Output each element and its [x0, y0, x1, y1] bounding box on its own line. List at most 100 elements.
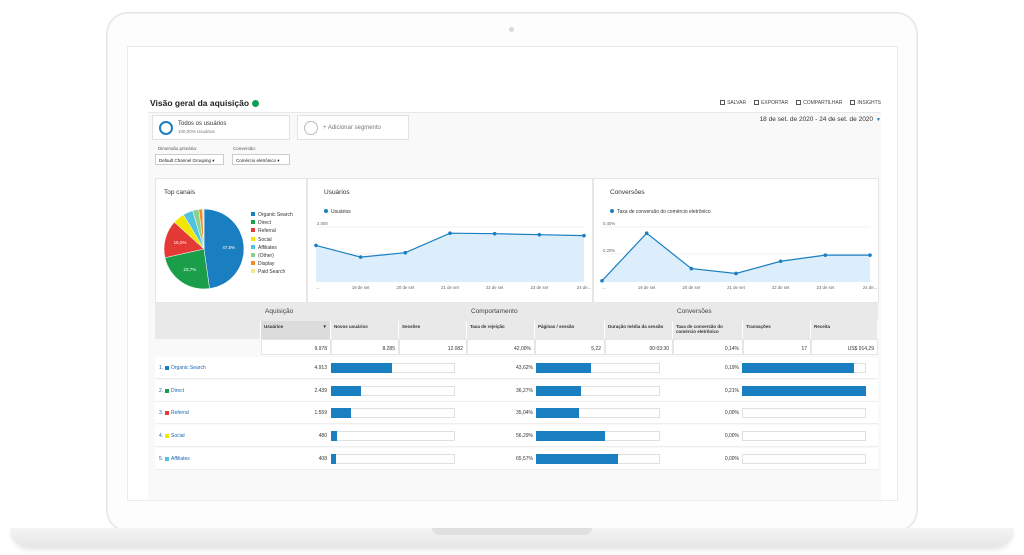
group-conversoes: Conversões	[673, 303, 878, 321]
total-conv-rate: 0,14%	[673, 339, 743, 355]
total-revenue: US$ 914,29	[811, 339, 878, 355]
dimension-dropdown[interactable]: Default Channel Grouping ▾	[155, 154, 224, 165]
bounce-bar	[536, 363, 591, 373]
column-header-users[interactable]: Usuários ▼	[261, 321, 331, 339]
data-point[interactable]	[358, 255, 363, 259]
data-point[interactable]	[537, 232, 542, 237]
bounce-value: 65,57%	[516, 455, 533, 462]
conversion-dropdown[interactable]: Comércio eletrônico ▾	[232, 154, 290, 165]
screen: Visão geral da aquisição SALVAR EXPORTAR…	[127, 46, 898, 501]
sort-desc-icon: ▼	[322, 324, 327, 329]
legend-swatch	[251, 269, 255, 274]
x-tick-label: 22 de set	[486, 285, 504, 290]
legend-swatch	[251, 220, 255, 225]
legend-swatch	[251, 244, 255, 249]
column-header-channel	[155, 321, 261, 339]
column-header-duration[interactable]: Duração média da sessão	[605, 321, 673, 339]
y-tick-label: 2.000	[317, 221, 328, 226]
x-tick-label: 23 de set	[530, 285, 548, 290]
column-header-revenue[interactable]: Receita	[811, 321, 878, 339]
data-point[interactable]	[582, 233, 586, 238]
conv-bar	[742, 363, 854, 373]
series-area	[316, 233, 584, 282]
group-comportamento: Comportamento	[467, 303, 673, 321]
table-row: 1. Organic Search 4.913 43,62% 0,19%	[155, 357, 878, 379]
data-point[interactable]	[734, 271, 738, 276]
save-icon	[720, 100, 726, 105]
data-point[interactable]	[689, 266, 694, 271]
y-tick-label: 0,20%	[603, 248, 615, 253]
channel-link[interactable]: Affiliates	[171, 456, 190, 478]
save-button[interactable]: SALVAR	[720, 100, 746, 106]
data-point[interactable]	[492, 231, 497, 236]
export-icon	[754, 100, 760, 105]
segment-label: Todos os usuários	[178, 121, 227, 127]
total-transactions: 17	[743, 339, 811, 355]
table-row: 2. Direct 2.439 36,27% 0,21%	[155, 379, 878, 402]
insights-icon	[850, 100, 856, 105]
conversion-label: Conversão:	[233, 146, 257, 151]
column-header-bounce[interactable]: Taxa de rejeição	[467, 321, 535, 339]
bar-track	[742, 453, 866, 464]
conv-value: 0,00%	[724, 455, 739, 462]
channel-swatch	[165, 434, 169, 439]
pie-chart: 47,8% 23,7% 15,2%	[163, 208, 245, 290]
legend-label: Direct	[258, 220, 272, 227]
data-point[interactable]	[778, 259, 783, 264]
verified-icon	[252, 100, 260, 107]
total-sessions: 12.082	[399, 339, 467, 355]
share-button[interactable]: COMPARTILHAR	[796, 100, 842, 106]
column-header-transactions[interactable]: Transações	[743, 321, 811, 339]
total-pages: 5,22	[535, 339, 605, 355]
channel-swatch	[165, 366, 169, 370]
conversions-line-chart: 0,40% 0,20%... 19 de set 20 de set 21 de set…	[600, 221, 877, 290]
data-point[interactable]	[644, 231, 649, 235]
segment-all-users[interactable]: Todos os usuários 100,00% Usuários	[152, 115, 290, 140]
date-range-picker[interactable]: 18 de set. de 2020 - 24 de set. de 2020 ▼	[760, 116, 881, 123]
export-button[interactable]: EXPORTAR	[754, 100, 788, 106]
data-point[interactable]	[868, 253, 872, 257]
pie-slice-label: 15,2%	[174, 240, 187, 245]
bounce-bar	[536, 385, 581, 396]
legend-item: (Other)	[251, 252, 293, 260]
pie-slice-label: 47,8%	[222, 245, 235, 250]
bar-track	[742, 431, 866, 442]
users-panel: Usuários Usuários 2.0001.000...19 de set…	[307, 178, 593, 303]
x-tick-label: ...	[316, 285, 320, 290]
legend-label: Referral	[258, 228, 276, 235]
add-segment-button[interactable]: + Adicionar segmento	[297, 115, 409, 140]
page-title: Visão geral da aquisição	[150, 98, 260, 108]
column-header-sessions[interactable]: Sessões	[399, 321, 467, 339]
column-header-new-users[interactable]: Novos usuários	[331, 321, 399, 339]
legend-item: Organic Search	[251, 211, 293, 219]
data-point[interactable]	[448, 231, 452, 235]
insights-button[interactable]: INSIGHTS	[850, 100, 881, 106]
legend-label: Affiliates	[258, 244, 277, 251]
acquisition-table: Aquisição Comportamento Conversões Usuár…	[155, 303, 878, 500]
analytics-report: Visão geral da aquisição SALVAR EXPORTAR…	[148, 95, 881, 500]
x-tick-label: 24 de...	[863, 285, 877, 290]
legend-item: Social	[251, 236, 293, 244]
data-point[interactable]	[600, 278, 604, 283]
bar-track	[331, 453, 455, 464]
users-bar	[331, 385, 361, 396]
bounce-bar	[536, 431, 606, 442]
data-point[interactable]	[823, 253, 828, 257]
conversions-panel: Conversões Taxa de conversão do comércio…	[593, 178, 879, 303]
users-bar	[331, 363, 392, 373]
data-point[interactable]	[403, 250, 408, 255]
conv-bar	[742, 385, 866, 396]
add-segment-icon	[304, 121, 318, 135]
users-bar	[331, 453, 336, 464]
users-line-chart: 2.0001.000...19 de set20 de set21 de set…	[314, 221, 591, 290]
chevron-down-icon: ▼	[876, 117, 881, 123]
channel-swatch	[165, 456, 169, 461]
users-bar	[331, 431, 338, 442]
total-bounce: 42,00%	[467, 339, 535, 355]
legend-swatch	[251, 228, 255, 233]
segment-ring-icon	[159, 121, 173, 135]
column-header-conv-rate[interactable]: Taxa de conversão do comércio eletrônico	[673, 321, 743, 339]
column-header-pages[interactable]: Páginas / sessão	[535, 321, 605, 339]
share-icon	[796, 100, 802, 105]
data-point[interactable]	[314, 243, 318, 248]
